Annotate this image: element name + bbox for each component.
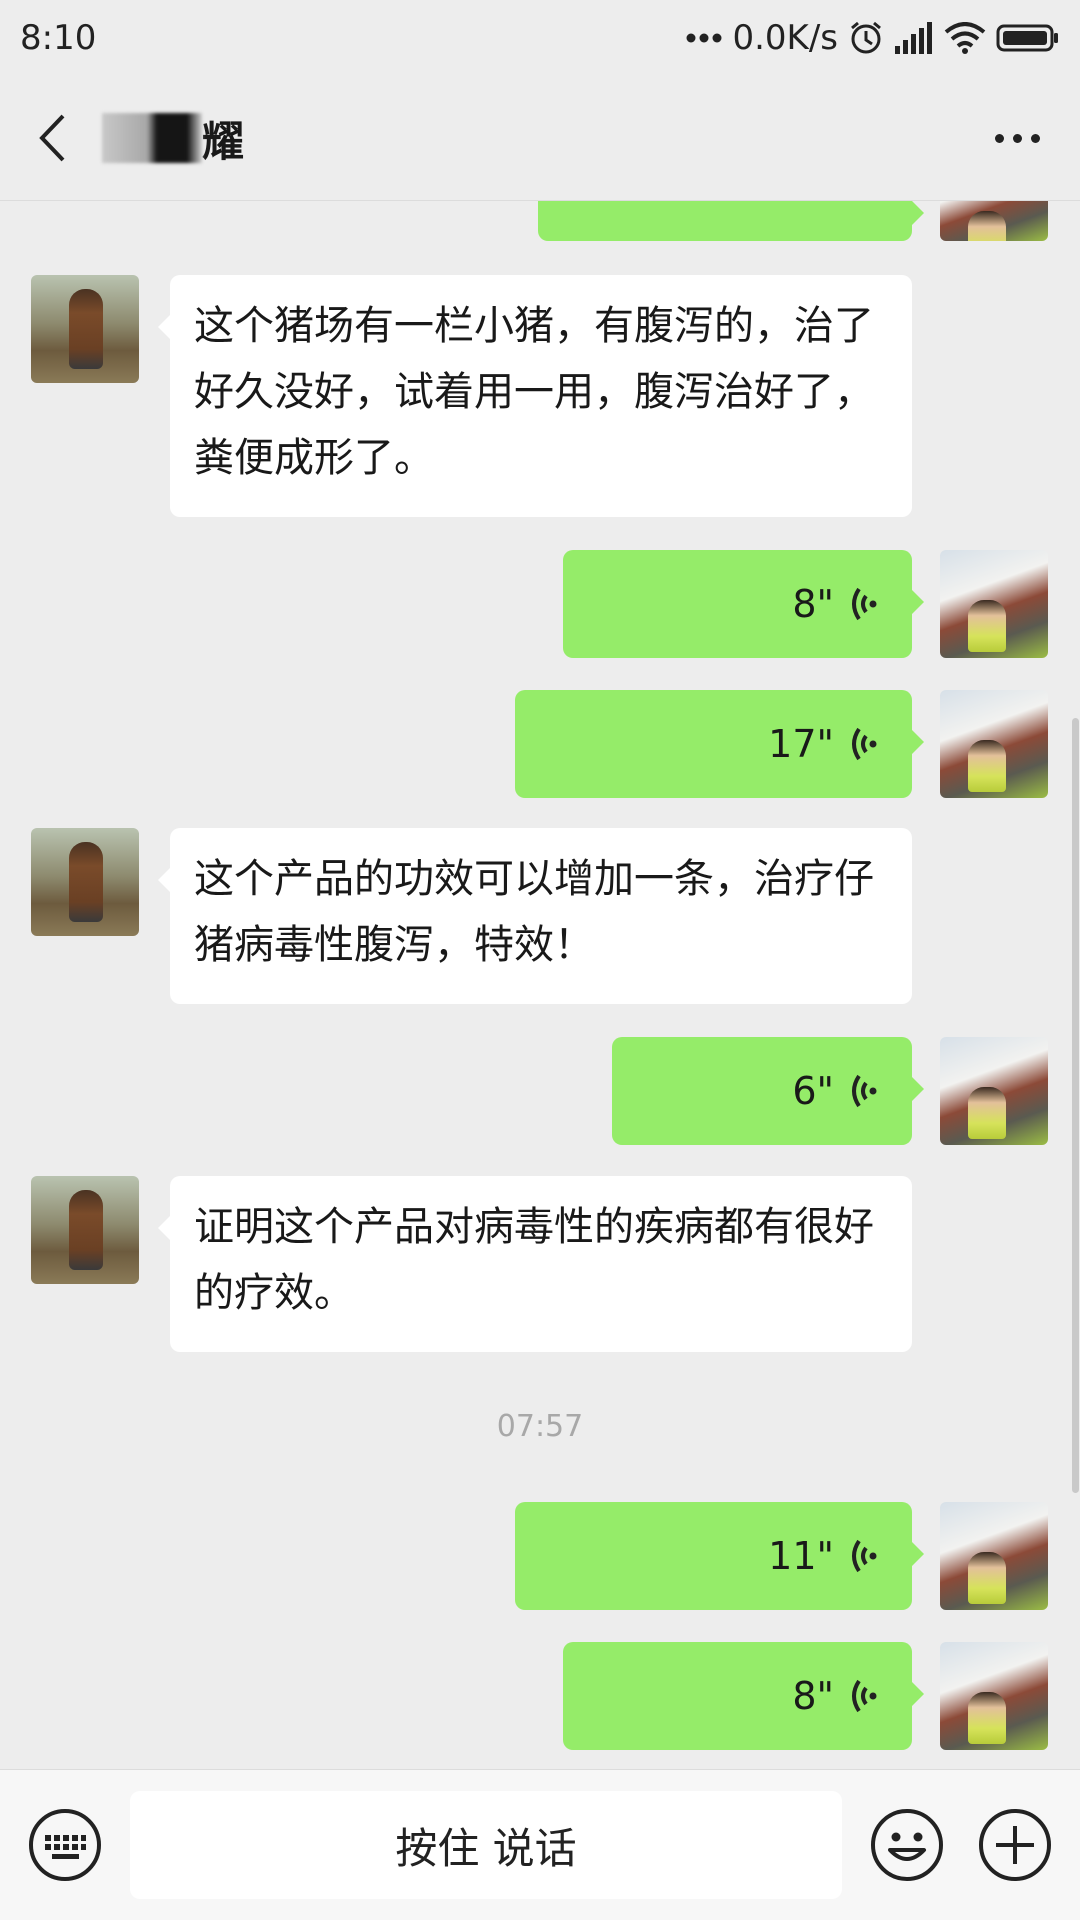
avatar[interactable] [940, 550, 1048, 658]
battery-icon [996, 24, 1058, 52]
chevron-left-icon [39, 114, 65, 162]
chat-title-text: 耀 [202, 116, 245, 166]
more-button[interactable] [995, 76, 1040, 201]
signal-icon [895, 22, 932, 54]
voice-duration: 8" [792, 582, 834, 626]
voice-message[interactable] [538, 201, 924, 241]
keyboard-button[interactable] [28, 1808, 102, 1882]
text-message[interactable]: 这个产品的功效可以增加一条，治疗仔猪病毒性腹泻，特效！ [158, 828, 912, 1004]
voice-message[interactable]: 8" [563, 550, 924, 658]
alarm-icon [851, 21, 881, 54]
input-bar: 按住 说话 [0, 1769, 1080, 1920]
chat-title: 耀 [102, 108, 244, 169]
chat-header: 耀 [0, 76, 1080, 201]
wifi-icon [944, 22, 986, 54]
text-message[interactable]: 证明这个产品对病毒性的疾病都有很好的疗效。 [158, 1176, 912, 1352]
emoji-button[interactable] [870, 1808, 944, 1882]
chat-scrollbar[interactable] [1072, 718, 1079, 1493]
keyboard-icon [29, 1809, 101, 1881]
message-text: 这个猪场有一栏小猪，有腹泻的，治了好久没好，试着用一用，腹泻治好了，粪便成形了。 [194, 303, 874, 481]
voice-message[interactable]: 6" [612, 1037, 924, 1145]
voice-message[interactable]: 17" [515, 690, 924, 798]
text-message[interactable]: 这个猪场有一栏小猪，有腹泻的，治了好久没好，试着用一用，腹泻治好了，粪便成形了。 [158, 275, 912, 517]
voice-duration: 11" [768, 1534, 834, 1578]
back-button[interactable] [2, 76, 102, 201]
status-bar: 8:10 0.0K/s [0, 0, 1080, 76]
voice-message[interactable]: 8" [563, 1642, 924, 1750]
voice-wave-icon [852, 1539, 877, 1573]
avatar[interactable] [31, 275, 139, 383]
emoji-icon [871, 1809, 943, 1881]
avatar[interactable] [940, 1037, 1048, 1145]
voice-wave-icon [852, 727, 877, 761]
message-text: 证明这个产品对病毒性的疾病都有很好的疗效。 [194, 1204, 874, 1316]
status-time: 8:10 [20, 18, 97, 58]
more-dot [1013, 134, 1022, 143]
more-actions-button[interactable] [978, 1808, 1052, 1882]
more-dots-icon [686, 33, 722, 43]
avatar[interactable] [940, 1642, 1048, 1750]
avatar[interactable] [940, 201, 1048, 241]
voice-duration: 17" [768, 722, 834, 766]
voice-wave-icon [852, 1074, 877, 1108]
avatar[interactable] [31, 828, 139, 936]
voice-wave-icon [852, 587, 877, 621]
voice-message[interactable]: 11" [515, 1502, 924, 1610]
more-dot [995, 134, 1004, 143]
redacted-name-block [102, 113, 202, 163]
avatar[interactable] [31, 1176, 139, 1284]
avatar[interactable] [940, 1502, 1048, 1610]
message-text: 这个产品的功效可以增加一条，治疗仔猪病毒性腹泻，特效！ [194, 856, 874, 968]
status-icons: 0.0K/s [686, 18, 1060, 58]
more-dot [1031, 134, 1040, 143]
voice-wave-icon [852, 1679, 877, 1713]
network-speed: 0.0K/s [732, 18, 838, 58]
avatar[interactable] [940, 690, 1048, 798]
time-separator: 07:57 [496, 1409, 584, 1444]
voice-duration: 6" [792, 1069, 834, 1113]
plus-icon [979, 1809, 1051, 1881]
chat-messages[interactable]: 这个猪场有一栏小猪，有腹泻的，治了好久没好，试着用一用，腹泻治好了，粪便成形了。… [0, 201, 1080, 1769]
voice-duration: 8" [792, 1674, 834, 1718]
hold-to-talk-button[interactable]: 按住 说话 [130, 1791, 842, 1899]
